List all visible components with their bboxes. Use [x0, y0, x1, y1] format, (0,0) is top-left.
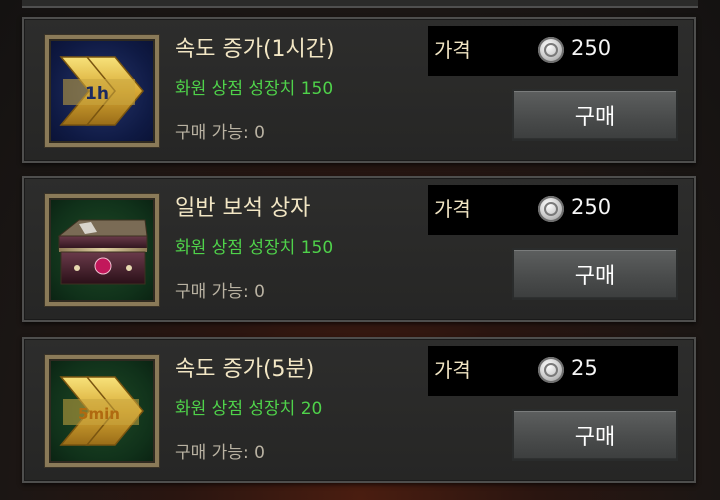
item-title: 속도 증가(5분)	[175, 357, 315, 382]
price-panel: 가격 250	[428, 185, 678, 235]
gem-chest-icon	[57, 219, 148, 285]
duration-badge: 1h	[85, 84, 109, 104]
price-panel: 가격 25	[428, 346, 678, 396]
item-thumbnail: 1h	[45, 35, 159, 147]
speedup-arrow-icon: 5min	[59, 376, 144, 446]
growth-value: 화원 상점 성장치 150	[175, 79, 334, 99]
item-thumbnail	[45, 194, 159, 306]
silver-coin-icon	[538, 37, 564, 63]
item-title: 속도 증가(1시간)	[175, 37, 335, 62]
speedup-arrow-icon: 1h	[59, 56, 144, 126]
silver-coin-icon	[538, 196, 564, 222]
growth-value: 화원 상점 성장치 20	[175, 399, 323, 419]
buy-button[interactable]: 구매	[512, 89, 678, 141]
buy-button[interactable]: 구매	[512, 248, 678, 300]
shop-item-card: 1h 속도 증가(1시간) 화원 상점 성장치 150 구매 가능: 0 가격 …	[22, 17, 696, 163]
purchase-limit: 구매 가능: 0	[175, 282, 265, 302]
price-label: 가격	[434, 358, 471, 382]
shop-item-card: 일반 보석 상자 화원 상점 성장치 150 구매 가능: 0 가격 250 구…	[22, 176, 696, 322]
previous-card-edge	[22, 0, 698, 8]
silver-coin-icon	[538, 357, 564, 383]
shop-item-list: 1h 속도 증가(1시간) 화원 상점 성장치 150 구매 가능: 0 가격 …	[0, 0, 720, 500]
shop-item-card: 5min 속도 증가(5분) 화원 상점 성장치 20 구매 가능: 0 가격 …	[22, 337, 696, 483]
price-panel: 가격 250	[428, 26, 678, 76]
duration-badge: 5min	[78, 405, 120, 423]
item-thumbnail: 5min	[45, 355, 159, 467]
price-label: 가격	[434, 197, 471, 221]
price-label: 가격	[434, 38, 471, 62]
price-value: 250	[571, 36, 612, 60]
item-title: 일반 보석 상자	[175, 196, 311, 221]
price-value: 25	[571, 356, 598, 380]
growth-value: 화원 상점 성장치 150	[175, 238, 334, 258]
purchase-limit: 구매 가능: 0	[175, 123, 265, 143]
purchase-limit: 구매 가능: 0	[175, 443, 265, 463]
price-value: 250	[571, 195, 612, 219]
buy-button[interactable]: 구매	[512, 409, 678, 461]
